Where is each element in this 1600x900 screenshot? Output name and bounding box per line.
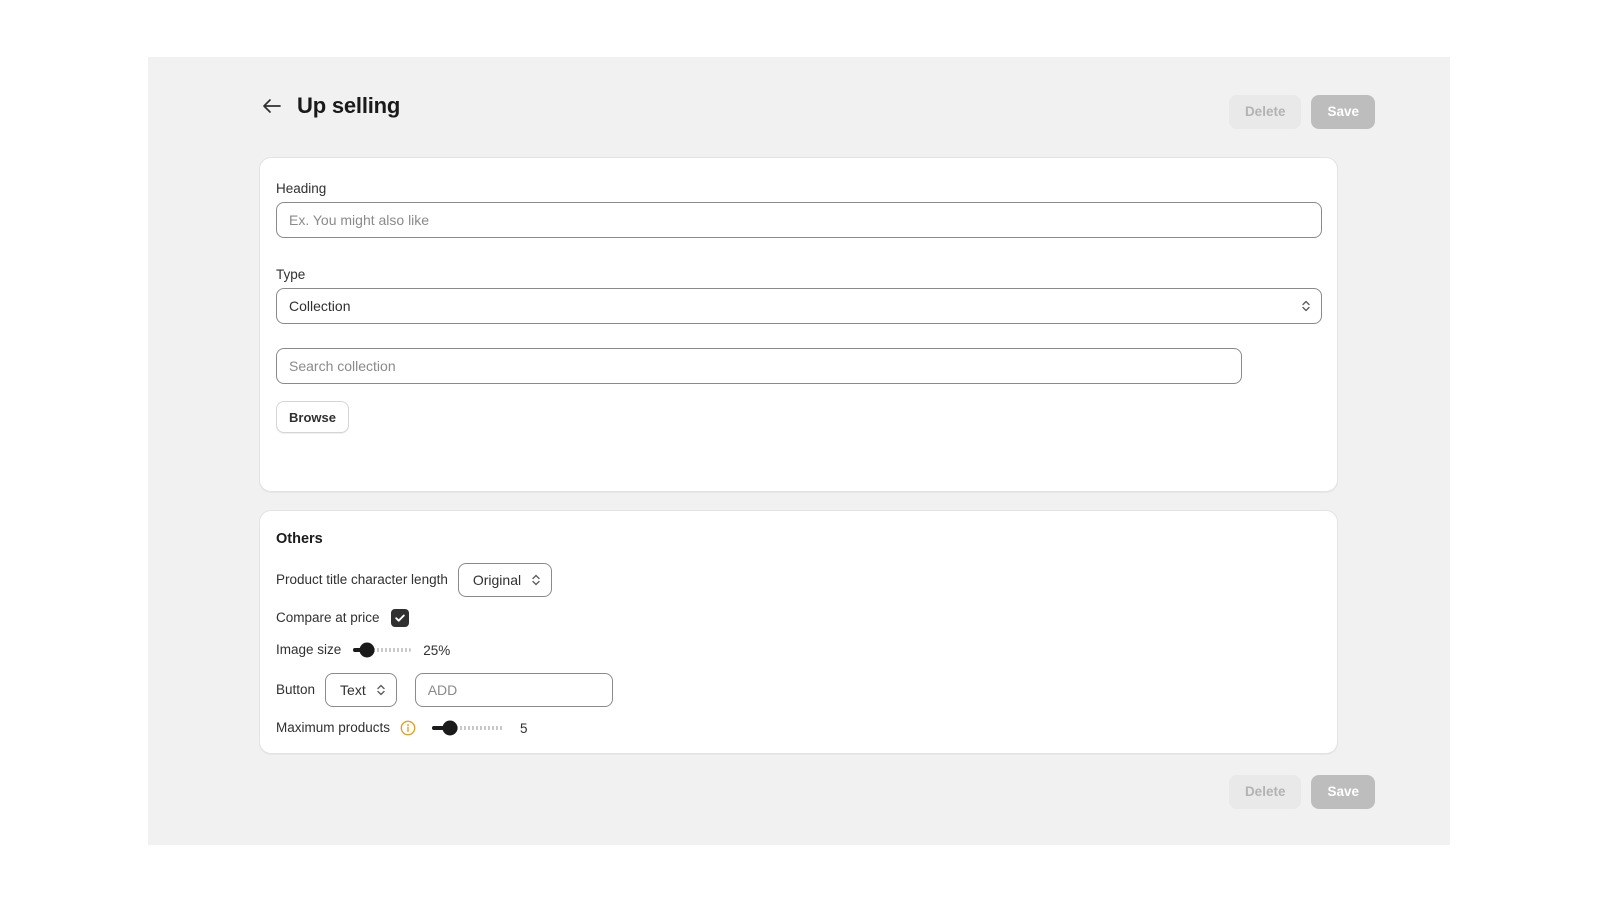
button-config-label: Button xyxy=(276,682,316,698)
maximum-products-label: Maximum products xyxy=(276,720,391,736)
check-icon xyxy=(394,614,405,622)
others-section-title: Others xyxy=(276,531,323,547)
save-button-bottom[interactable]: Save xyxy=(1311,775,1375,809)
page-header-actions: Delete Save xyxy=(1228,95,1375,129)
browse-button[interactable]: Browse xyxy=(276,401,349,433)
page-header: Up selling Delete Save xyxy=(148,57,1450,153)
button-text-input[interactable] xyxy=(414,673,613,707)
compare-at-price-checkbox[interactable] xyxy=(390,609,409,627)
delete-button-bottom[interactable]: Delete xyxy=(1228,775,1302,809)
info-circle-icon[interactable] xyxy=(400,720,416,736)
button-type-value[interactable]: Text xyxy=(325,673,397,707)
type-select[interactable]: Collection xyxy=(276,288,1322,324)
product-title-length-row: Product title character length Original xyxy=(276,563,553,597)
save-button-top[interactable]: Save xyxy=(1311,95,1375,129)
search-collection-input[interactable] xyxy=(276,348,1242,384)
upsell-settings-card: Heading Type Collection Browse xyxy=(259,157,1338,492)
app-content-stage: Up selling Delete Save Heading Type Coll… xyxy=(148,57,1450,845)
maximum-products-value: 5 xyxy=(520,720,528,736)
page-header-left: Up selling xyxy=(261,95,400,117)
image-size-slider-thumb[interactable] xyxy=(359,642,375,658)
maximum-products-slider-thumb[interactable] xyxy=(442,720,458,736)
type-select-value[interactable]: Collection xyxy=(276,288,1322,324)
image-size-row: Image size 25% xyxy=(276,641,450,659)
others-card: Others Product title character length Or… xyxy=(259,510,1338,754)
compare-at-price-row: Compare at price xyxy=(276,609,409,627)
type-field-label: Type xyxy=(276,267,306,282)
page-footer-actions: Delete Save xyxy=(1228,775,1375,809)
product-title-length-select[interactable]: Original xyxy=(457,563,553,597)
button-config-row: Button Text xyxy=(276,673,613,707)
delete-button-top[interactable]: Delete xyxy=(1228,95,1302,129)
product-title-length-label: Product title character length xyxy=(276,572,448,588)
product-title-length-value[interactable]: Original xyxy=(457,563,553,597)
heading-input[interactable] xyxy=(276,202,1322,238)
button-type-select[interactable]: Text xyxy=(325,673,397,707)
image-size-value: 25% xyxy=(423,642,451,658)
image-size-slider[interactable] xyxy=(353,641,412,659)
image-size-label: Image size xyxy=(276,642,342,658)
heading-field-label: Heading xyxy=(276,181,327,196)
maximum-products-slider[interactable] xyxy=(432,719,505,737)
page-title: Up selling xyxy=(297,93,401,118)
compare-at-price-label: Compare at price xyxy=(276,610,380,626)
maximum-products-row: Maximum products 5 xyxy=(276,719,528,737)
arrow-left-icon[interactable] xyxy=(261,95,283,117)
